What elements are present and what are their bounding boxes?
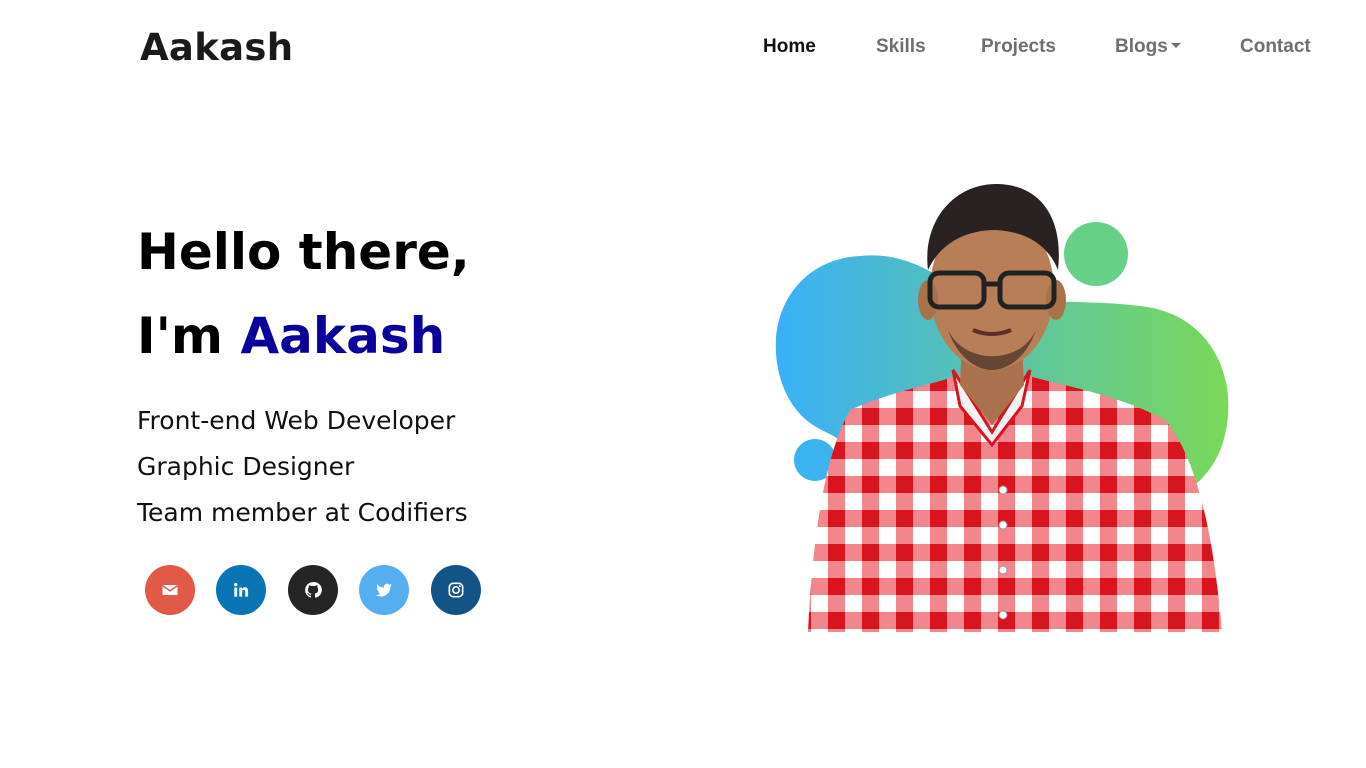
nav-projects[interactable]: Projects (981, 36, 1056, 58)
hero-intro-prefix: I'm (137, 307, 224, 365)
role-item: Front-end Web Developer (137, 406, 456, 435)
nav-home[interactable]: Home (763, 36, 816, 58)
nav-skills[interactable]: Skills (876, 36, 926, 58)
role-item: Team member at Codifiers (137, 498, 468, 527)
green-bubble (1064, 222, 1128, 286)
linkedin-link[interactable] (216, 565, 266, 615)
instagram-link[interactable] (431, 565, 481, 615)
roles-list: Front-end Web Developer Graphic Designer… (137, 398, 470, 536)
nav-menu: Home Skills Projects Blogs Contact (0, 36, 1366, 62)
twitter-link[interactable] (359, 565, 409, 615)
profile-photo-illustration (775, 184, 1229, 632)
github-icon (305, 582, 322, 598)
caret-down-icon (1170, 43, 1181, 48)
twitter-icon (376, 583, 392, 597)
hero-name: Aakash (240, 307, 446, 365)
instagram-icon (448, 582, 464, 598)
hero-greeting: Hello there, (137, 223, 470, 281)
github-link[interactable] (288, 565, 338, 615)
hero-intro: I'm Aakash (137, 294, 470, 378)
hero-illustration (760, 170, 1250, 632)
role-item: Graphic Designer (137, 452, 355, 481)
hero-text: Hello there, I'm Aakash Front-end Web De… (137, 210, 470, 536)
email-icon (162, 585, 178, 595)
navbar: Aakash Home Skills Projects Blogs Contac… (0, 0, 1366, 96)
nav-contact[interactable]: Contact (1240, 36, 1311, 58)
linkedin-icon (234, 583, 249, 597)
nav-blogs-label: Blogs (1115, 36, 1168, 57)
nav-blogs-dropdown[interactable]: Blogs (1115, 36, 1181, 58)
email-link[interactable] (145, 565, 195, 615)
